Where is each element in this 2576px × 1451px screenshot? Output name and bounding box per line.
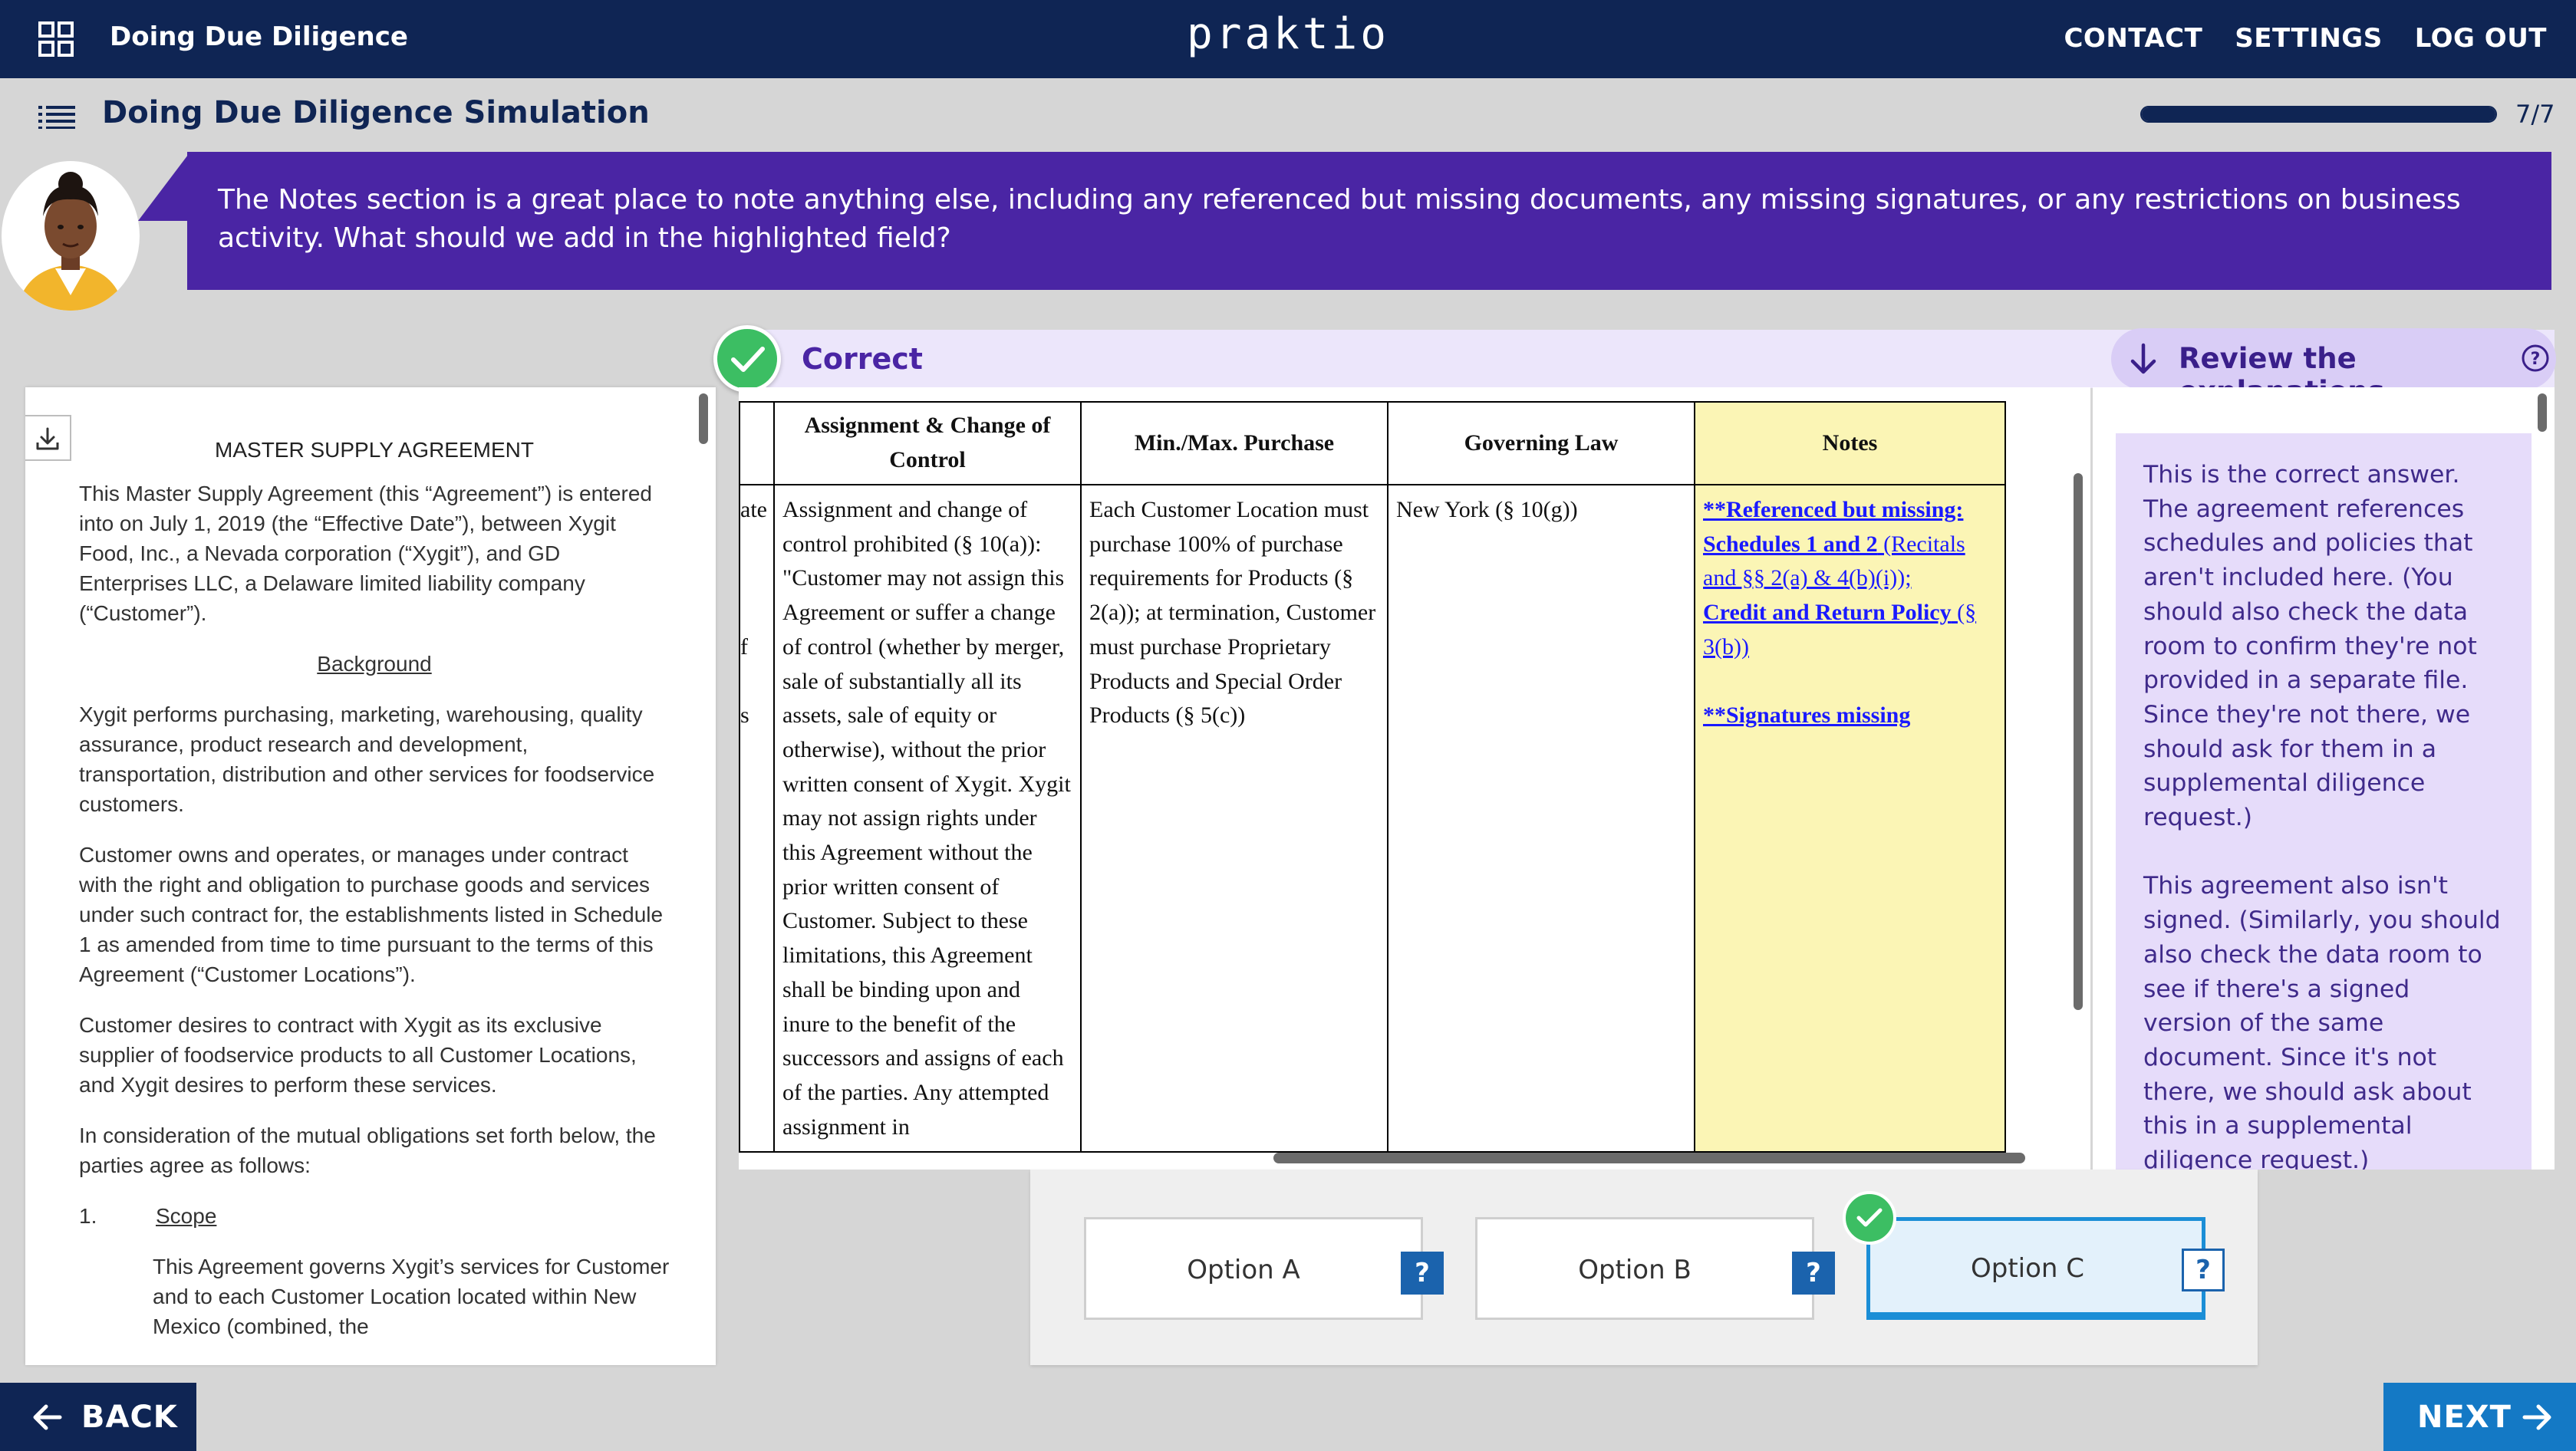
check-icon (713, 325, 781, 393)
clipped-fragment (741, 664, 772, 699)
explanation-card: This is the correct answer. The agreemen… (2116, 433, 2532, 1170)
table-header-notes: Notes (1694, 401, 2006, 485)
table-vertical-scrollbar[interactable] (2074, 473, 2083, 1010)
background-heading: Background (317, 652, 432, 676)
document-paragraph: In consideration of the mutual obligatio… (79, 1124, 656, 1177)
svg-text:?: ? (2531, 350, 2541, 369)
progress-bar (2140, 106, 2497, 123)
option-c-button[interactable]: Option C ? (1866, 1217, 2225, 1320)
document-paragraph: Customer desires to contract with Xygit … (79, 1013, 637, 1097)
back-button[interactable]: BACK (0, 1383, 196, 1451)
options-panel: Option A ? Option B ? Option C ? (1030, 1170, 2258, 1365)
clipped-fragment (741, 561, 772, 596)
document-scrollbar[interactable] (699, 393, 708, 444)
download-button[interactable] (25, 415, 71, 461)
clipped-fragment: f (740, 633, 748, 660)
table-header-assignment: Assignment & Change of Control (773, 401, 1082, 485)
notes-schedules: Schedules 1 and 2 (1703, 531, 1878, 557)
table-cell-law: New York (§ 10(g)) (1387, 484, 1695, 1153)
clipped-fragment (741, 528, 772, 562)
option-b-button[interactable]: Option B ? (1475, 1217, 1835, 1320)
document-intro: This Master Supply Agreement (this “Agre… (79, 482, 652, 625)
notes-missing-label: **Referenced but missing: (1703, 497, 1964, 522)
option-c-help-button[interactable]: ? (2182, 1249, 2225, 1291)
table-cell-minmax: Each Customer Location must purchase 100… (1080, 484, 1388, 1153)
notes-signatures: **Signatures missing (1703, 702, 1911, 729)
progress-fill (2142, 107, 2495, 121)
feedback-status: Correct (802, 342, 923, 376)
option-label: Option C (1970, 1253, 2085, 1284)
logout-link[interactable]: LOG OUT (2415, 23, 2547, 54)
option-label: Option A (1187, 1255, 1300, 1285)
clipped-fragment (741, 596, 772, 630)
next-label: NEXT (2417, 1400, 2512, 1435)
top-bar: Doing Due Diligence praktio CONTACT SETT… (0, 0, 2576, 78)
top-nav: CONTACT SETTINGS LOG OUT (2064, 23, 2547, 54)
speech-tail (138, 152, 190, 221)
arrow-right-icon (2522, 1404, 2551, 1430)
next-button[interactable]: NEXT (2383, 1383, 2576, 1451)
contact-link[interactable]: CONTACT (2064, 23, 2202, 54)
table-cell-notes[interactable]: **Referenced but missing: Schedules 1 an… (1694, 484, 2006, 1153)
progress-count: 7/7 (2515, 100, 2555, 129)
table-horizontal-scrollbar[interactable] (1273, 1153, 2025, 1163)
diligence-table-panel[interactable]: Assignment & Change of Control Min./Max.… (739, 387, 2090, 1170)
document-heading: MASTER SUPPLY AGREEMENT (215, 438, 534, 462)
section-heading: 1. Scope (79, 1201, 670, 1231)
section-text: This Agreement governs Xygit’s services … (153, 1255, 670, 1338)
option-a-help-button[interactable]: ? (1401, 1252, 1444, 1295)
instruction-bubble: The Notes section is a great place to no… (187, 152, 2551, 290)
diligence-table: Assignment & Change of Control Min./Max.… (739, 401, 2006, 1153)
explanation-scrollbar[interactable] (2538, 393, 2547, 432)
arrow-down-icon (2130, 343, 2156, 374)
table-cell-assignment: Assignment and change of control prohibi… (773, 484, 1082, 1153)
document-panel[interactable]: MASTER SUPPLY AGREEMENT This Master Supp… (25, 387, 716, 1365)
option-b-help-button[interactable]: ? (1792, 1252, 1835, 1295)
option-label: Option B (1578, 1255, 1692, 1285)
menu-icon[interactable] (38, 104, 75, 129)
notes-policy: Credit and Return Policy (1703, 600, 1952, 626)
avatar (2, 161, 140, 311)
explanation-paragraph: This agreement also isn't signed. (Simil… (2143, 872, 2501, 1170)
explanation-paragraph: This is the correct answer. The agreemen… (2143, 461, 2477, 832)
review-explanations-button[interactable]: Review the explanations ? (2111, 328, 2556, 408)
back-label: BACK (81, 1400, 178, 1435)
table-header-minmax: Min./Max. Purchase (1080, 401, 1388, 485)
simulation-title: Doing Due Diligence Simulation (102, 95, 650, 130)
table-cell-clipped: ate f s (739, 484, 775, 1153)
selected-check-icon (1843, 1191, 1896, 1245)
clipped-fragment: ate (740, 497, 767, 522)
table-header-law: Governing Law (1387, 401, 1695, 485)
help-icon[interactable]: ? (2521, 344, 2550, 373)
explanation-panel[interactable]: This is the correct answer. The agreemen… (2093, 387, 2555, 1170)
clipped-fragment: s (740, 702, 749, 729)
section-title: Scope (156, 1204, 217, 1228)
document-content: MASTER SUPPLY AGREEMENT This Master Supp… (79, 435, 670, 1362)
download-icon (36, 427, 59, 450)
settings-link[interactable]: SETTINGS (2235, 23, 2382, 54)
arrow-left-icon (33, 1404, 62, 1430)
table-header-clipped (739, 401, 775, 485)
option-a-button[interactable]: Option A ? (1084, 1217, 1444, 1320)
section-number: 1. (79, 1204, 97, 1228)
document-paragraph: Xygit performs purchasing, marketing, wa… (79, 702, 655, 816)
document-paragraph: Customer owns and operates, or manages u… (79, 843, 664, 986)
